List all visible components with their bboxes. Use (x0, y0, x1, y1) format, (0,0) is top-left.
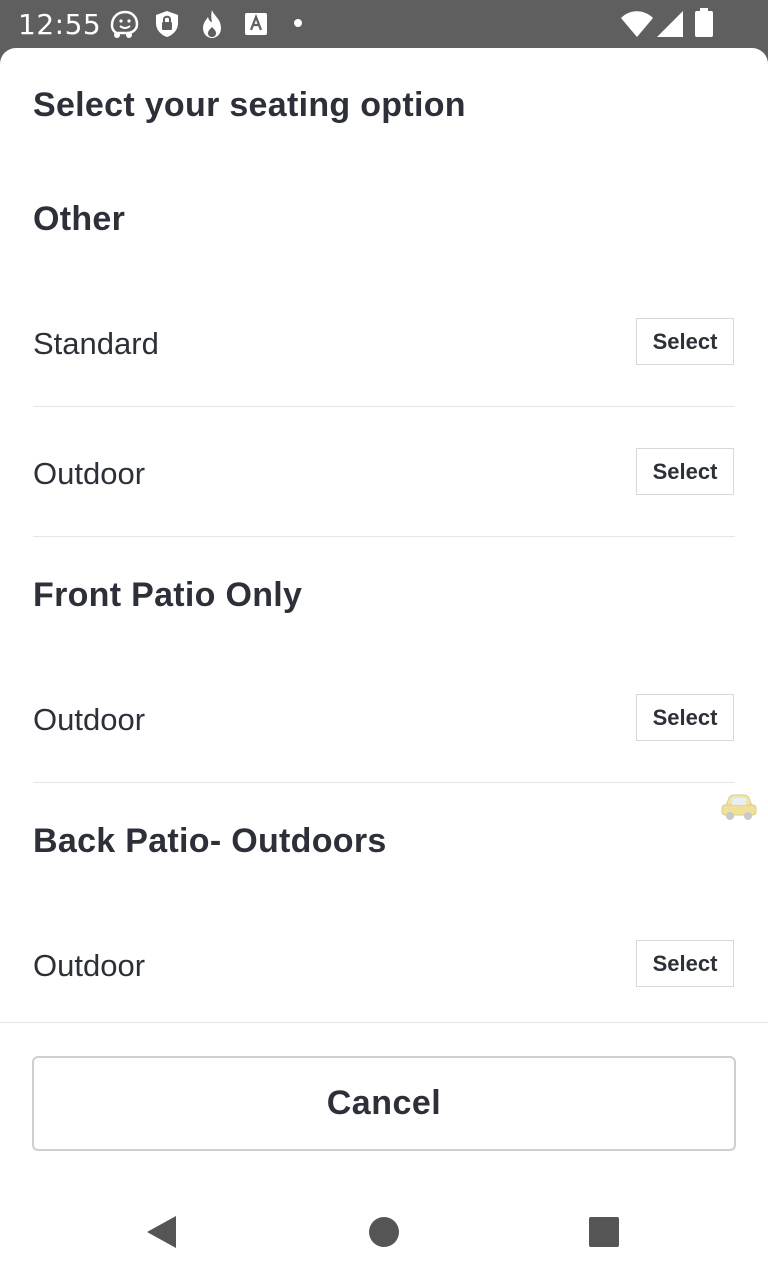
select-outdoor-front-patio-button[interactable]: Select (636, 694, 734, 741)
status-time: 12:55 (18, 8, 102, 41)
divider (33, 406, 735, 407)
waze-icon (110, 10, 139, 38)
back-icon[interactable] (144, 1214, 178, 1250)
row-label-outdoor-back-patio: Outdoor (33, 948, 146, 983)
font-a-icon (245, 13, 267, 35)
shield-lock-icon (156, 11, 178, 37)
seating-option-sheet: Select your seating option Other Standar… (0, 48, 768, 1280)
wifi-icon (621, 11, 653, 37)
status-bar: 12:55 (0, 0, 768, 48)
signal-icon (657, 11, 683, 37)
flame-icon (203, 10, 221, 38)
divider (33, 782, 735, 783)
navigation-bar (0, 1184, 768, 1280)
cancel-button[interactable]: Cancel (32, 1056, 736, 1151)
battery-icon (695, 8, 713, 37)
select-outdoor-back-patio-button[interactable]: Select (636, 940, 734, 987)
section-heading-back-patio: Back Patio- Outdoors (33, 822, 387, 860)
section-heading-front-patio: Front Patio Only (33, 576, 303, 614)
row-label-outdoor-other: Outdoor (33, 456, 146, 491)
home-icon[interactable] (368, 1216, 400, 1248)
select-standard-button[interactable]: Select (636, 318, 734, 365)
sheet-title: Select your seating option (33, 86, 466, 124)
dot-icon (294, 19, 302, 27)
floating-car-icon[interactable] (720, 792, 758, 822)
row-label-outdoor-front-patio: Outdoor (33, 702, 146, 737)
divider (33, 536, 735, 537)
recents-icon[interactable] (589, 1217, 619, 1247)
section-heading-other: Other (33, 200, 126, 238)
row-label-standard: Standard (33, 326, 159, 361)
select-outdoor-other-button[interactable]: Select (636, 448, 734, 495)
footer-divider (0, 1022, 768, 1023)
